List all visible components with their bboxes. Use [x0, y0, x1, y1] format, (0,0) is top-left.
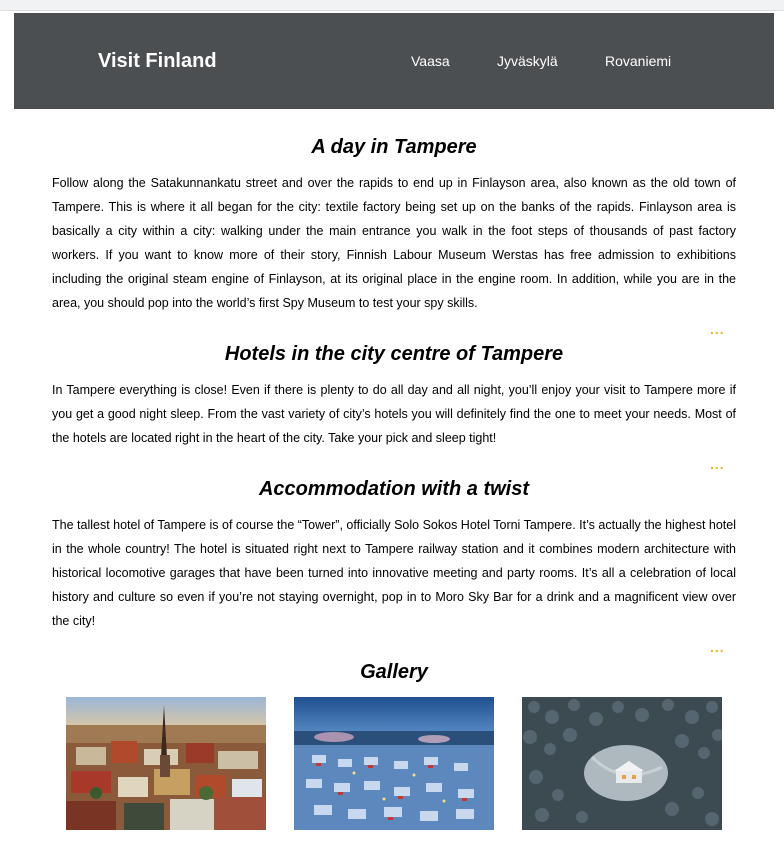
read-more-dots[interactable]: ...	[710, 322, 725, 336]
section-body-accommodation: The tallest hotel of Tampere is of cours…	[52, 518, 736, 628]
read-more-dots[interactable]: ...	[710, 640, 725, 654]
browser-chrome-strip	[0, 0, 784, 11]
aerial-city-photo	[66, 697, 266, 830]
forest-cabin-photo	[522, 697, 722, 830]
site-header: Visit Finland Vaasa Jyväskylä Rovaniemi	[14, 13, 774, 109]
nav-link-vaasa[interactable]: Vaasa	[411, 53, 450, 69]
section-title-accommodation: Accommodation with a twist	[258, 478, 530, 500]
section-title-day-in-tampere: A day in Tampere	[311, 136, 477, 158]
section-body-hotels: In Tampere everything is close! Even if …	[52, 383, 736, 445]
read-more-dots[interactable]: ...	[710, 457, 725, 471]
gallery-title: Gallery	[360, 661, 428, 683]
gallery-image-snowy-village[interactable]	[294, 697, 494, 830]
nav-link-jyvaskyla[interactable]: Jyväskylä	[497, 53, 558, 69]
section-title-hotels: Hotels in the city centre of Tampere	[224, 343, 564, 365]
section-body-day-in-tampere: Follow along the Satakunnankatu street a…	[52, 176, 736, 310]
site-brand[interactable]: Visit Finland	[98, 49, 217, 73]
snowy-village-photo	[294, 697, 494, 830]
gallery-image-forest-cabin[interactable]	[522, 697, 722, 830]
nav-link-rovaniemi[interactable]: Rovaniemi	[605, 53, 671, 69]
gallery-image-aerial-city[interactable]	[66, 697, 266, 830]
